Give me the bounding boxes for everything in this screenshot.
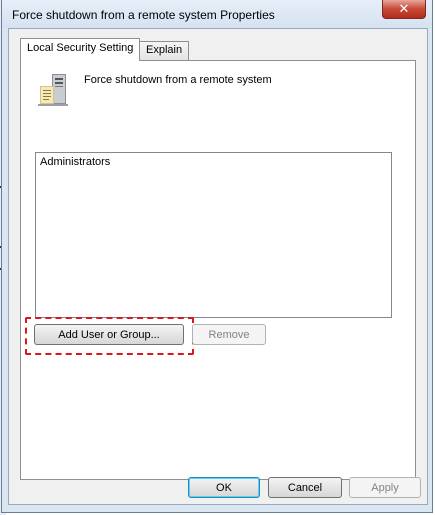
close-icon: ✕ [398, 1, 410, 17]
button-label: Cancel [287, 481, 323, 494]
server-computer-icon [38, 74, 68, 106]
cancel-button[interactable]: Cancel [268, 477, 342, 498]
add-user-or-group-button[interactable]: Add User or Group... [34, 324, 184, 345]
tab-explain[interactable]: Explain [139, 41, 190, 61]
members-listbox[interactable]: Administrators [35, 152, 392, 318]
dialog-body: Local Security Setting Explain Force shu… [8, 28, 428, 505]
tab-label: Local Security Setting [27, 42, 134, 54]
close-button[interactable]: ✕ [382, 0, 426, 19]
properties-dialog: Force shutdown from a remote system Prop… [1, 0, 433, 513]
title-bar[interactable]: Force shutdown from a remote system Prop… [2, 0, 432, 28]
window-title: Force shutdown from a remote system Prop… [12, 8, 275, 22]
button-label: Apply [371, 481, 399, 494]
button-label: OK [216, 481, 232, 494]
tab-panel: Force shutdown from a remote system Admi… [20, 60, 416, 480]
button-label: Remove [208, 328, 250, 341]
apply-button[interactable]: Apply [349, 477, 421, 498]
remove-button[interactable]: Remove [192, 324, 266, 345]
tab-local-security-setting[interactable]: Local Security Setting [20, 38, 141, 61]
tab-label: Explain [146, 44, 183, 56]
policy-name: Force shutdown from a remote system [84, 74, 272, 86]
button-label: Add User or Group... [58, 328, 160, 341]
list-item[interactable]: Administrators [40, 156, 387, 168]
ok-button[interactable]: OK [188, 477, 260, 498]
